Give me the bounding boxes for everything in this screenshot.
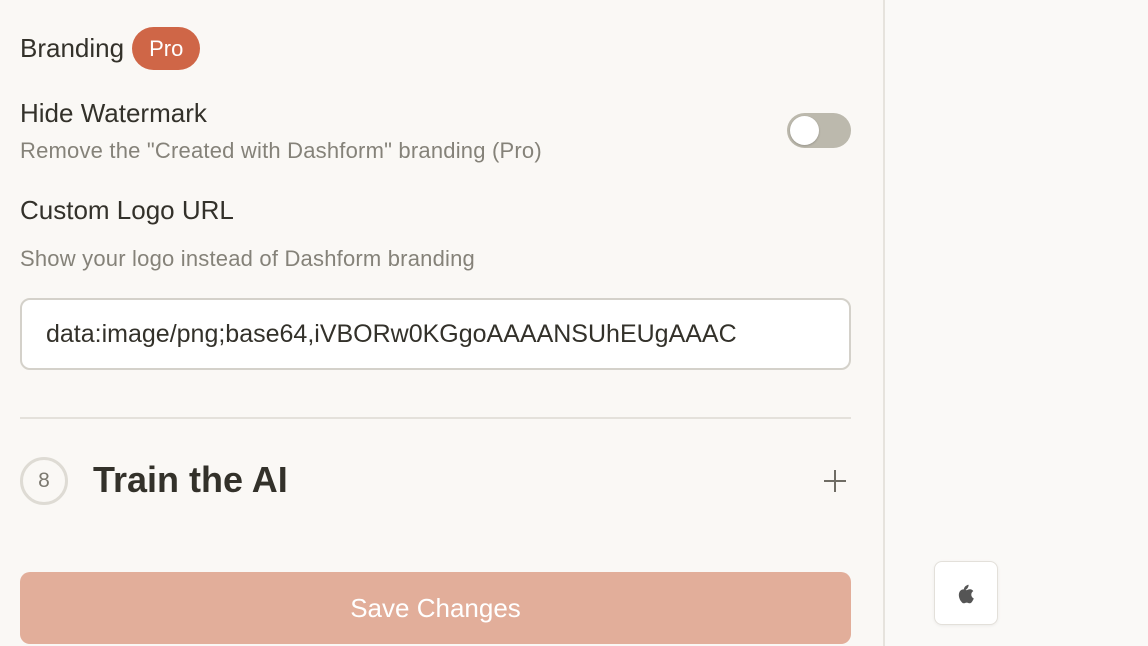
hide-watermark-label: Hide Watermark xyxy=(20,98,207,128)
pro-badge: Pro xyxy=(132,26,201,70)
branding-section-header: Branding Pro xyxy=(20,26,201,70)
section-title: Branding xyxy=(20,32,125,63)
apple-button[interactable] xyxy=(934,561,998,625)
settings-page: Branding Pro Hide Watermark Remove the "… xyxy=(0,0,1148,646)
custom-logo-url-input[interactable] xyxy=(20,298,851,370)
plus-icon[interactable] xyxy=(820,466,850,496)
toggle-knob xyxy=(790,116,819,145)
preview-panel xyxy=(885,0,1148,646)
settings-main-panel: Branding Pro Hide Watermark Remove the "… xyxy=(0,0,884,646)
hide-watermark-toggle[interactable] xyxy=(787,113,851,148)
save-button[interactable]: Save Changes xyxy=(20,572,851,644)
step-title: Train the AI xyxy=(93,459,288,500)
section-divider xyxy=(20,417,851,419)
step-number-badge: 8 xyxy=(20,457,68,505)
hide-watermark-description: Remove the "Created with Dashform" brand… xyxy=(20,138,542,163)
custom-logo-description: Show your logo instead of Dashform brand… xyxy=(20,246,475,271)
apple-icon xyxy=(958,584,974,604)
custom-logo-label: Custom Logo URL xyxy=(20,195,234,225)
